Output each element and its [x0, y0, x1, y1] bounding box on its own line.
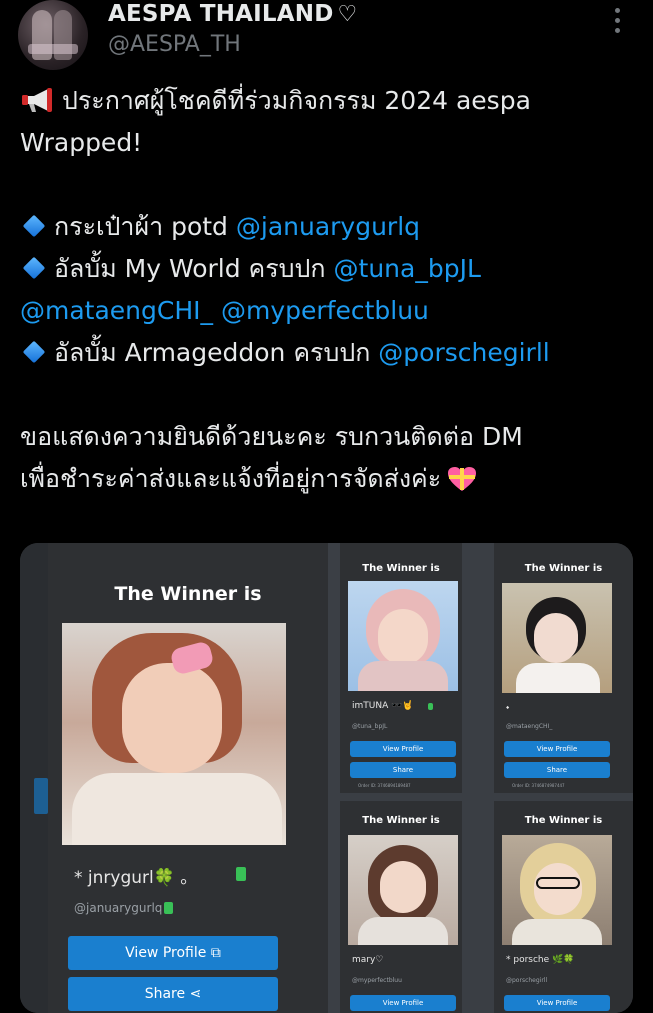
winner-heading: The Winner is [362, 815, 440, 826]
order-id: Order ID: 3746894189487 [358, 783, 411, 788]
winner-heading: The Winner is [114, 583, 262, 605]
winner-heading: The Winner is [524, 815, 603, 826]
heart-icon: ♡ [337, 2, 358, 27]
diamond-bullet-icon [22, 256, 46, 280]
winner-heading: The Winner is [524, 563, 603, 574]
share-button[interactable]: Share ⋖ [68, 977, 278, 1011]
tweet-line: เพื่อชำระค่าส่งและแจ้งที่อยู่การจัดส่งค่… [20, 458, 640, 500]
prize-text: กระเป๋าผ้า potd [54, 212, 236, 241]
view-profile-button[interactable]: View Profile [350, 995, 456, 1011]
winner-card: The Winner is ⬩ @mataengCHI_ View Profil… [494, 543, 633, 793]
mention-link[interactable]: @porschegirll [378, 338, 549, 367]
tweet-line-text: เพื่อชำระค่าส่งและแจ้งที่อยู่การจัดส่งค่… [20, 464, 442, 493]
button-label: View Profile [536, 999, 578, 1007]
diamond-bullet-icon [22, 340, 46, 364]
author-handle[interactable]: @AESPA_TH [108, 31, 241, 59]
clipboard-icon[interactable] [428, 703, 433, 710]
button-label: Share [546, 766, 568, 774]
gift-heart-icon [447, 463, 477, 491]
button-label: View Profile [382, 745, 424, 753]
display-name-text: AESPA THAILAND [108, 1, 334, 27]
winner-name: imTUNA 🕶️🤘 [352, 701, 414, 711]
winner-name: mary♡ [352, 955, 384, 965]
prize-text: อัลบั้ม My World ครบปก [54, 254, 334, 283]
more-icon[interactable] [602, 6, 634, 36]
winner-photo [502, 835, 612, 945]
view-profile-button[interactable]: View Profile [504, 741, 610, 757]
winner-card: The Winner is imTUNA 🕶️🤘 @tuna_bpJL View… [340, 543, 462, 793]
tweet-text: ประกาศผู้โชคดีที่ร่วมกิจกรรม 2024 aespa … [20, 80, 640, 500]
tweet-line-text: ประกาศผู้โชคดีที่ร่วมกิจกรรม 2024 aespa [62, 86, 531, 115]
mention-link[interactable]: @mataengCHI_ [20, 296, 213, 325]
winner-handle: @mataengCHI_ [506, 723, 553, 730]
tweet-media[interactable]: The Winner is * jnrygurl🍀 。 @januarygurl… [20, 543, 633, 1013]
winner-photo [348, 835, 458, 945]
button-label: View Profile [125, 945, 207, 961]
media-bg-button [34, 778, 48, 814]
winner-card: The Winner is mary♡ @myperfectbluu View … [340, 801, 462, 1013]
clipboard-icon[interactable] [164, 902, 173, 914]
prize-item: อัลบั้ม My World ครบปก @tuna_bpJL [20, 248, 640, 290]
mention-link[interactable]: @tuna_bpJL [334, 254, 481, 283]
avatar[interactable] [18, 0, 88, 70]
megaphone-icon [20, 84, 56, 112]
button-label: Share [392, 766, 414, 774]
winner-handle: @januarygurlq [74, 901, 163, 915]
external-link-icon: ⧉ [210, 945, 221, 961]
prize-item: อัลบั้ม Armageddon ครบปก @porschegirll [20, 332, 640, 374]
media-gap [328, 543, 340, 1013]
button-label: View Profile [536, 745, 578, 753]
view-profile-button[interactable]: View Profile [350, 741, 456, 757]
share-button[interactable]: Share [504, 762, 610, 778]
order-id: Order ID: 3746874987447 [512, 783, 565, 788]
mention-link[interactable]: @myperfectbluu [221, 296, 429, 325]
winner-handle: @myperfectbluu [352, 977, 402, 984]
share-button[interactable]: Share [350, 762, 456, 778]
winner-card: The Winner is * jnrygurl🍀 。 @januarygurl… [48, 543, 328, 1013]
prize-text: อัลบั้ม Armageddon ครบปก [54, 338, 379, 367]
mention-link[interactable]: @januarygurlq [236, 212, 420, 241]
view-profile-button[interactable]: View Profile [504, 995, 610, 1011]
clipboard-icon[interactable] [236, 867, 246, 881]
author-display-name[interactable]: AESPA THAILAND ♡ [108, 0, 357, 29]
prize-item: กระเป๋าผ้า potd @januarygurlq [20, 206, 640, 248]
winner-name: * jnrygurl🍀 。 [74, 868, 198, 888]
tweet-line: ประกาศผู้โชคดีที่ร่วมกิจกรรม 2024 aespa [20, 80, 640, 122]
winner-heading: The Winner is [362, 563, 440, 574]
button-label: View Profile [382, 999, 424, 1007]
winner-handle: @porschegirll [506, 977, 548, 984]
winner-name: ⬩ [506, 703, 510, 713]
tweet-line: ขอแสดงความยินดีด้วยนะคะ รบกวนติดต่อ DM [20, 422, 523, 451]
winner-photo [62, 623, 286, 845]
winner-photo [502, 583, 612, 693]
winner-card: The Winner is * porsche 🌿🍀 @porschegirll… [494, 801, 633, 1013]
winner-photo [348, 581, 458, 691]
winner-handle: @tuna_bpJL [352, 723, 388, 730]
prize-item-cont: @mataengCHI_ @myperfectbluu [20, 290, 640, 332]
diamond-bullet-icon [22, 214, 46, 238]
view-profile-button[interactable]: View Profile ⧉ [68, 936, 278, 970]
avatar-logo [28, 44, 78, 54]
winner-name: * porsche 🌿🍀 [506, 955, 575, 965]
tweet-line: Wrapped! [20, 128, 143, 157]
